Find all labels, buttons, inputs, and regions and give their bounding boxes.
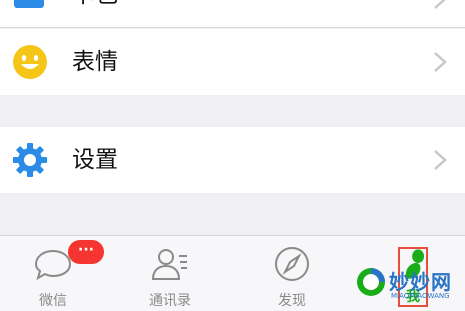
tab-label: 微信 <box>39 293 67 309</box>
tab-label: 发现 <box>278 293 306 309</box>
chevron-right-icon <box>434 150 447 170</box>
chevron-right-icon <box>434 0 446 9</box>
smiley-face-icon <box>12 44 48 80</box>
watermark-logo-icon <box>357 268 385 296</box>
card-wallet-icon <box>12 0 48 16</box>
chat-bubble-icon <box>34 249 72 281</box>
menu-item-label: 卡包 <box>72 0 118 10</box>
compass-icon <box>275 247 309 281</box>
unread-badge: ··· <box>68 240 104 264</box>
tab-contacts[interactable]: 通讯录 <box>125 236 215 311</box>
tab-chats[interactable]: ··· 微信 <box>8 236 104 311</box>
me-menu-item-settings[interactable]: 设置 <box>0 127 465 193</box>
tab-discover[interactable]: 发现 <box>247 236 337 311</box>
watermark-subtext: MIAOMIAOWANG <box>391 292 450 300</box>
menu-item-label: 表情 <box>72 49 118 75</box>
me-menu-item-emoji[interactable]: 表情 <box>0 29 465 95</box>
contacts-icon <box>151 249 187 280</box>
site-watermark: 妙妙网 MIAOMIAOWANG <box>355 262 465 308</box>
me-menu-item-cards[interactable]: 卡包 <box>0 0 465 27</box>
tab-label: 通讯录 <box>149 293 191 309</box>
chevron-right-icon <box>434 52 447 72</box>
watermark-text: 妙妙网 <box>389 270 452 294</box>
menu-item-label: 设置 <box>72 147 118 173</box>
gear-icon <box>12 142 48 178</box>
divider <box>0 27 465 28</box>
